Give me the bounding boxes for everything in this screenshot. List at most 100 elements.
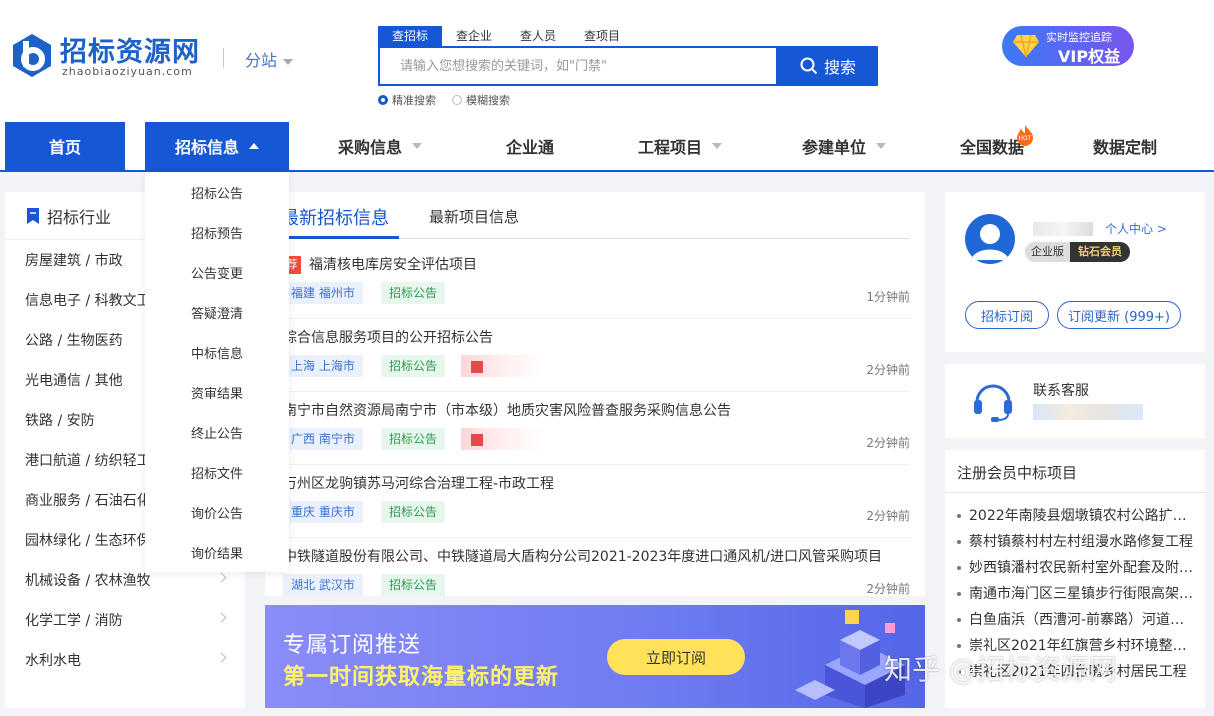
mode-exact[interactable]: 精准搜索 — [378, 92, 436, 108]
nav-data-custom[interactable]: 数据定制 — [1070, 122, 1180, 170]
type-tag[interactable]: 招标公告 — [381, 574, 446, 596]
subscribe-now-button[interactable]: 立即订阅 — [607, 639, 745, 675]
banner-subtitle: 第一时间获取海量标的更新 — [283, 665, 560, 690]
sidebar-item-label: 信息电子 / 科教文卫 — [25, 293, 151, 309]
nav-home[interactable]: 首页 — [5, 122, 125, 170]
mode-fuzzy[interactable]: 模糊搜索 — [452, 92, 510, 108]
subscription-updates-button[interactable]: 订阅更新 (999+) — [1057, 301, 1181, 329]
branch-selector[interactable]: 分站 — [245, 47, 294, 71]
dropdown-item[interactable]: 招标公告 — [145, 172, 289, 212]
location-tag[interactable]: 上海 上海市 — [283, 355, 363, 377]
news-title[interactable]: 福清核电库房安全评估项目 — [309, 254, 899, 274]
tab-latest-bids[interactable]: 最新招标信息 — [281, 204, 389, 230]
dropdown-item[interactable]: 询价公告 — [145, 492, 289, 532]
type-tag[interactable]: 招标公告 — [381, 501, 446, 523]
type-tag[interactable]: 招标公告 — [381, 428, 446, 450]
watermark: 知乎 @招标资源网 — [884, 653, 1117, 686]
member-badge: 企业版 钻石会员 — [1025, 242, 1130, 262]
news-time: 2分钟前 — [866, 509, 910, 523]
user-card: 个人中心 > 企业版 钻石会员 招标订阅 订阅更新 (999+) — [945, 192, 1205, 352]
news-item[interactable]: 万州区龙驹镇苏马河综合治理工程-市政工程 重庆 重庆市 招标公告 2分钟前 — [265, 465, 910, 538]
location-tag[interactable]: 广西 南宁市 — [283, 428, 363, 450]
news-item[interactable]: 荐 福清核电库房安全评估项目 福建 福州市 招标公告 1分钟前 — [265, 246, 910, 319]
latest-info-panel: 最新招标信息 最新项目信息 荐 福清核电库房安全评估项目 福建 福州市 招标公告… — [265, 192, 925, 596]
sidebar-item-label: 港口航道 / 纺织轻工 — [25, 453, 151, 469]
mode-fuzzy-label: 模糊搜索 — [466, 94, 510, 107]
projects-title: 注册会员中标项目 — [957, 464, 1078, 482]
chevron-right-icon — [216, 612, 227, 623]
nav-bidding-info[interactable]: 招标信息 — [145, 122, 289, 170]
dropdown-item[interactable]: 答疑澄清 — [145, 292, 289, 332]
search-input[interactable] — [380, 48, 776, 84]
blurred-tag — [461, 355, 547, 377]
news-item[interactable]: 综合信息服务项目的公开招标公告 上海 上海市 招标公告 2分钟前 — [265, 319, 910, 392]
list-item[interactable]: 白鱼庙浜（西漕河-前寨路）河道整治工程 — [955, 610, 1195, 636]
sidebar-item[interactable]: 水利水电 — [5, 640, 245, 680]
tab-latest-projects[interactable]: 最新项目信息 — [429, 206, 519, 227]
banner-title: 专属订阅推送 — [283, 633, 422, 658]
dropdown-item[interactable]: 招标预告 — [145, 212, 289, 252]
news-title[interactable]: 万州区龙驹镇苏马河综合治理工程-市政工程 — [283, 473, 903, 493]
blurred-tag — [461, 428, 547, 450]
location-tag[interactable]: 重庆 重庆市 — [283, 501, 363, 523]
user-center-link[interactable]: 个人中心 > — [1105, 220, 1167, 237]
dropdown-item[interactable]: 公告变更 — [145, 252, 289, 292]
nav-projects[interactable]: 工程项目 — [620, 122, 740, 170]
sidebar-item-label: 房屋建筑 / 市政 — [25, 253, 123, 269]
list-item[interactable]: 2022年南陵县烟墩镇农村公路扩建工程 — [955, 506, 1195, 532]
username-blurred — [1033, 222, 1093, 236]
nav-units[interactable]: 参建单位 — [782, 122, 906, 170]
list-item[interactable]: 妙西镇潘村农民新村室外配套及附属工程 — [955, 558, 1195, 584]
divider — [945, 492, 1205, 493]
subscribe-banner[interactable]: 专属订阅推送 第一时间获取海量标的更新 立即订阅 — [265, 605, 925, 708]
tab-search-projects[interactable]: 查项目 — [570, 26, 634, 46]
news-item[interactable]: 南宁市自然资源局南宁市（市本级）地质灾害风险普查服务采购信息公告 广西 南宁市 … — [265, 392, 910, 465]
search-box — [378, 46, 778, 86]
mode-exact-label: 精准搜索 — [392, 94, 436, 107]
location-tag[interactable]: 福建 福州市 — [283, 282, 363, 304]
hot-badge-icon: HOT — [1017, 125, 1033, 146]
sidebar-item-label: 水利水电 — [25, 653, 81, 669]
sidebar-item-label: 铁路 / 安防 — [25, 413, 95, 429]
dropdown-item[interactable]: 招标文件 — [145, 452, 289, 492]
tab-search-companies[interactable]: 查企业 — [442, 26, 506, 46]
tab-search-people[interactable]: 查人员 — [506, 26, 570, 46]
type-tag[interactable]: 招标公告 — [381, 282, 446, 304]
type-tag[interactable]: 招标公告 — [381, 355, 446, 377]
sidebar-item-label: 商业服务 / 石油石化 — [25, 493, 151, 509]
customer-service[interactable]: 联系客服 — [945, 364, 1205, 438]
chevron-up-icon — [249, 143, 259, 149]
active-tab-indicator — [281, 236, 399, 239]
dropdown-item[interactable]: 终止公告 — [145, 412, 289, 452]
sidebar-item[interactable]: 化学工学 / 消防 — [5, 600, 245, 640]
nav-procurement-label: 采购信息 — [337, 138, 402, 157]
nav-enterprise[interactable]: 企业通 — [470, 122, 590, 170]
vip-button[interactable]: 实时监控追踪 VIP权益 — [1002, 26, 1134, 66]
search-mode: 精准搜索 模糊搜索 — [378, 92, 510, 108]
news-title[interactable]: 综合信息服务项目的公开招标公告 — [283, 327, 903, 347]
logo-text: 招标资源网 — [60, 37, 200, 68]
location-tag[interactable]: 湖北 武汉市 — [283, 574, 363, 596]
list-item[interactable]: 蔡村镇蔡村村左村组漫水路修复工程 — [955, 532, 1195, 558]
dropdown-item[interactable]: 中标信息 — [145, 332, 289, 372]
diamond-icon — [1013, 34, 1039, 58]
avatar[interactable] — [965, 214, 1015, 264]
site-logo[interactable]: 招标资源网 zhaobiaoziyuan.com — [10, 30, 210, 82]
bid-subscribe-button[interactable]: 招标订阅 — [965, 301, 1049, 329]
news-title[interactable]: 南宁市自然资源局南宁市（市本级）地质灾害风险普查服务采购信息公告 — [283, 400, 903, 420]
search-button[interactable]: 搜索 — [778, 46, 878, 86]
tab-search-bids[interactable]: 查招标 — [378, 26, 443, 46]
nav-units-label: 参建单位 — [801, 138, 866, 157]
chevron-right-icon — [216, 652, 227, 663]
member-level: 钻石会员 — [1070, 242, 1130, 262]
dropdown-item[interactable]: 询价结果 — [145, 532, 289, 572]
news-time: 1分钟前 — [866, 290, 910, 304]
nav-procurement[interactable]: 采购信息 — [320, 122, 440, 170]
news-item[interactable]: 中铁隧道股份有限公司、中铁隧道局大盾构分公司2021-2023年度进口通风机/进… — [265, 538, 910, 596]
header: 招标资源网 zhaobiaoziyuan.com 分站 查招标 查企业 查人员 … — [0, 0, 1214, 122]
news-time: 2分钟前 — [866, 436, 910, 450]
bookmark-icon — [27, 207, 39, 224]
dropdown-item[interactable]: 资审结果 — [145, 372, 289, 412]
list-item[interactable]: 南通市海门区三星镇步行街限高架工程 — [955, 584, 1195, 610]
news-title[interactable]: 中铁隧道股份有限公司、中铁隧道局大盾构分公司2021-2023年度进口通风机/进… — [283, 546, 903, 566]
